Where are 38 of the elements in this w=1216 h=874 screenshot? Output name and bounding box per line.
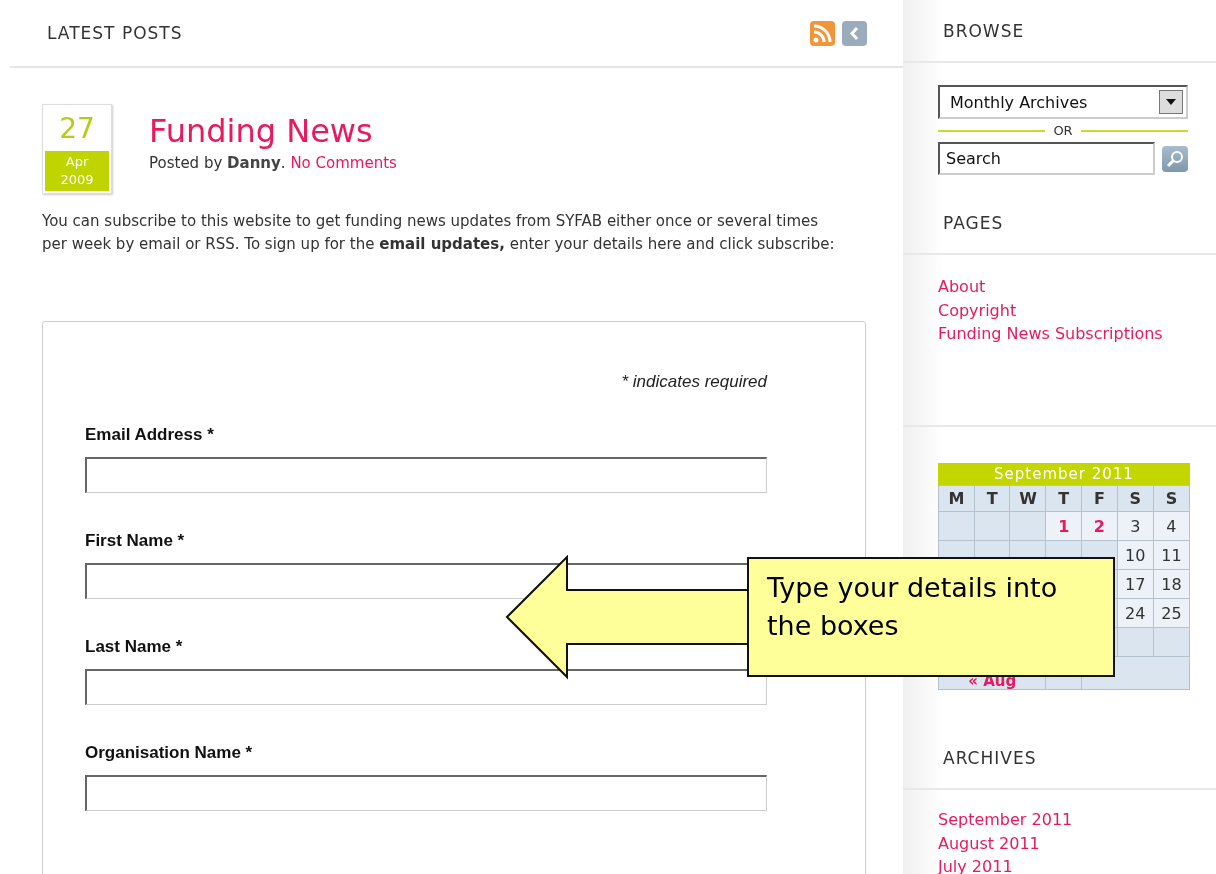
page-link[interactable]: Copyright xyxy=(938,298,1216,322)
post-title[interactable]: Funding News xyxy=(149,112,397,150)
field-label: First Name * xyxy=(85,531,186,551)
field-label: Last Name * xyxy=(85,637,184,657)
weekday-header: S xyxy=(1153,485,1190,512)
or-divider-text: OR xyxy=(1053,123,1073,138)
comments-link[interactable]: No Comments xyxy=(290,154,397,172)
page-link[interactable]: Funding News Subscriptions xyxy=(938,322,1216,346)
date-year: 2009 xyxy=(60,171,94,189)
field-label: Organisation Name * xyxy=(85,743,254,763)
section-heading: PAGES xyxy=(943,213,1004,233)
input-field[interactable] xyxy=(85,775,767,811)
archives-dropdown[interactable]: Monthly Archives xyxy=(938,85,1188,119)
weekday-header: T xyxy=(1045,485,1082,512)
weekday-header: M xyxy=(938,485,975,512)
weekday-header: F xyxy=(1081,485,1118,512)
section-heading: BROWSE xyxy=(943,20,1025,41)
weekday-header: W xyxy=(1010,485,1046,512)
required-note: * indicates required xyxy=(620,372,767,392)
search-icon xyxy=(1166,149,1185,168)
search-button[interactable] xyxy=(1162,145,1188,172)
archive-link[interactable]: August 2011 xyxy=(938,831,1216,855)
input-field[interactable] xyxy=(85,457,767,493)
post-meta: Posted by Danny. No Comments xyxy=(149,154,397,172)
weekday-header: S xyxy=(1117,485,1154,512)
page-link[interactable]: About xyxy=(938,275,1216,299)
field-label: Email Address * xyxy=(85,425,215,445)
search-field[interactable]: Search xyxy=(938,142,1156,175)
date-day: 27 xyxy=(59,107,95,151)
section-heading: ARCHIVES xyxy=(943,748,1037,768)
date-month: Apr xyxy=(65,153,89,171)
weekday-header: T xyxy=(974,485,1010,512)
calendar-title: September 2011 xyxy=(938,463,1190,485)
archive-link[interactable]: September 2011 xyxy=(938,808,1216,832)
callout-tooltip: Type your details into the boxes xyxy=(747,557,1115,677)
section-heading: LATEST POSTS xyxy=(47,23,183,43)
post-body: You can subscribe to this website to get funding news updates from SYFAB either once or several times per week by email or RSS. To sign up for the email updates, enter your details here and click subscribe: xyxy=(42,211,836,255)
input-field[interactable] xyxy=(85,669,767,705)
